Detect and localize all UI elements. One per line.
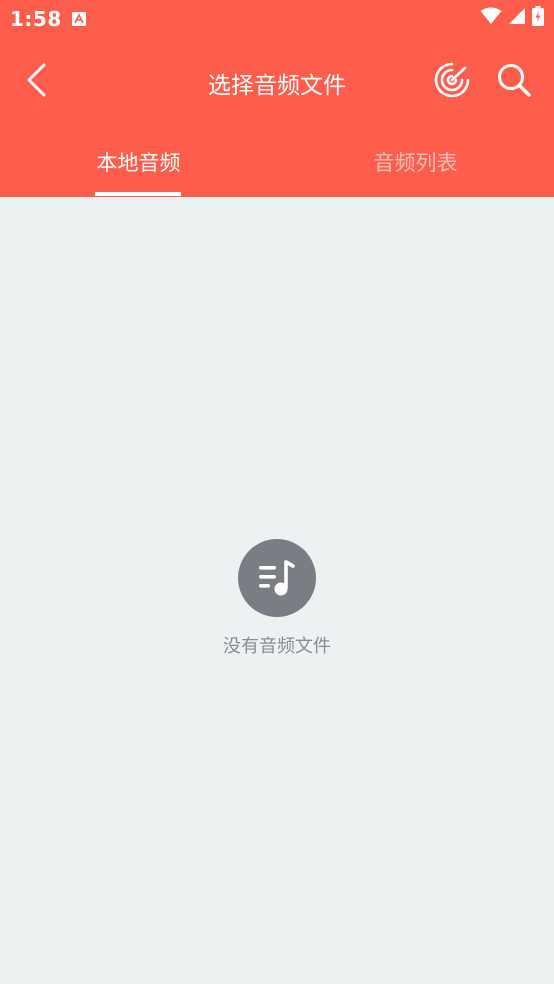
back-button[interactable] [14,58,58,102]
battery-charging-icon [532,6,544,30]
tab-bar: 本地音频 音频列表 [0,130,554,197]
wifi-icon [480,7,502,29]
signal-icon [508,7,526,29]
content-area: 没有音频文件 [0,197,554,984]
status-time: 1:58 [10,7,62,31]
status-icons [480,6,544,30]
toolbar: 选择音频文件 [0,50,554,110]
music-list-icon [238,539,316,617]
tab-local-audio[interactable]: 本地音频 [0,130,277,197]
radar-scan-icon [434,62,470,98]
app-notification-icon [72,11,86,26]
chevron-left-icon [27,63,46,97]
tab-audio-list[interactable]: 音频列表 [277,130,554,197]
search-button[interactable] [492,58,536,102]
radar-scan-button[interactable] [430,58,474,102]
tab-indicator [95,192,181,196]
status-bar: 1:58 [0,0,554,38]
empty-state-message: 没有音频文件 [223,636,331,657]
search-icon [498,64,531,97]
app-header: 1:58 选择音频文件 本地音频 音频列表 [0,0,554,197]
